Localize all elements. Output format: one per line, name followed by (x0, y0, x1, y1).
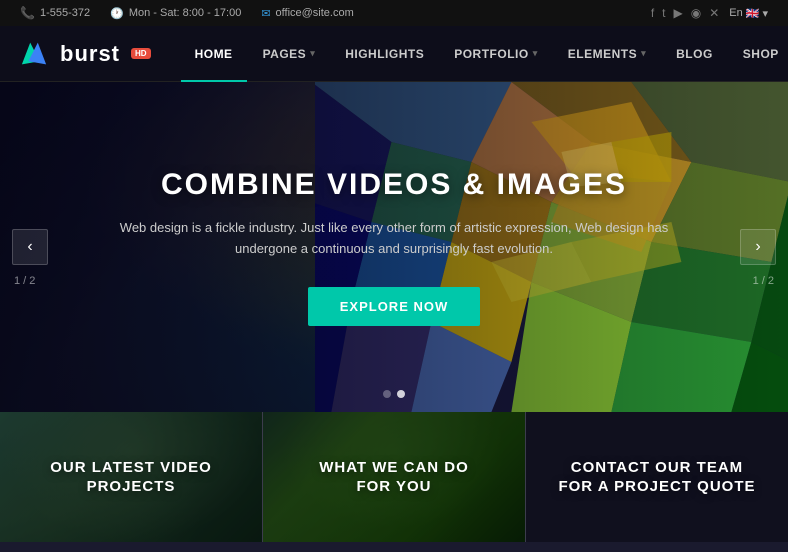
slider-next-button[interactable]: › (740, 229, 776, 265)
nav-item-highlights[interactable]: HIGHLIGHTS (331, 26, 438, 82)
hero-section: COMBINE VIDEOS & IMAGES Web design is a … (0, 82, 788, 412)
slider-counter-left: 1 / 2 (14, 275, 35, 287)
nav-item-pages[interactable]: PAGES ▾ (249, 26, 330, 82)
nav-item-elements[interactable]: ELEMENTS ▾ (554, 26, 660, 82)
chevron-down-icon-2: ▾ (533, 48, 538, 59)
slide-dot-1[interactable] (383, 390, 391, 398)
logo-text: burst (60, 41, 120, 67)
lang-chevron: ▾ (762, 7, 768, 20)
social-icons: f t ▶ ◉ ✕ (651, 6, 719, 20)
card-1-title: OUR LATEST VIDEOPROJECTS (50, 458, 212, 497)
slider-dots (383, 390, 405, 398)
card-1-content: OUR LATEST VIDEOPROJECTS (0, 412, 262, 542)
clock-icon: 🕐 (110, 7, 124, 20)
card-video-projects[interactable]: OUR LATEST VIDEOPROJECTS (0, 412, 262, 542)
email-address: office@site.com (276, 7, 354, 19)
logo-icon (20, 43, 52, 65)
logo-badge: HD (131, 48, 151, 59)
nav-item-home[interactable]: HOME (181, 26, 247, 82)
facebook-icon[interactable]: f (651, 6, 654, 20)
chevron-down-icon-3: ▾ (641, 48, 646, 59)
nav-menu: HOME PAGES ▾ HIGHLIGHTS PORTFOLIO ▾ ELEM… (181, 26, 788, 82)
language-selector[interactable]: En 🇬🇧 ▾ (729, 7, 768, 20)
lang-text: En (729, 7, 742, 19)
slider-prev-button[interactable]: ‹ (12, 229, 48, 265)
main-nav: burst HD HOME PAGES ▾ HIGHLIGHTS PORTFOL… (0, 26, 788, 82)
phone-info: 📞 1-555-372 (20, 6, 90, 20)
hours-info: 🕐 Mon - Sat: 8:00 - 17:00 (110, 7, 241, 20)
youtube-icon[interactable]: ▶ (674, 6, 683, 20)
card-what-we-do[interactable]: WHAT WE CAN DOFOR YOU (263, 412, 525, 542)
card-2-title: WHAT WE CAN DOFOR YOU (319, 458, 469, 497)
logo[interactable]: burst HD (20, 41, 151, 67)
nav-item-blog[interactable]: BLOG (662, 26, 727, 82)
nav-item-portfolio[interactable]: PORTFOLIO ▾ (440, 26, 552, 82)
twitter-icon[interactable]: t (662, 6, 665, 20)
logo-wing-right (28, 41, 49, 64)
bottom-cards: OUR LATEST VIDEOPROJECTS WHAT WE CAN DOF… (0, 412, 788, 542)
card-contact[interactable]: CONTACT OUR TEAMFOR A PROJECT QUOTE (526, 412, 788, 542)
phone-icon: 📞 (20, 6, 35, 20)
mail-icon: ✉ (261, 7, 270, 20)
close-icon[interactable]: ✕ (709, 6, 719, 20)
nav-item-shop[interactable]: SHOP (729, 26, 788, 82)
top-bar: 📞 1-555-372 🕐 Mon - Sat: 8:00 - 17:00 ✉ … (0, 0, 788, 26)
chevron-down-icon: ▾ (310, 48, 315, 59)
hero-subtitle: Web design is a fickle industry. Just li… (94, 218, 694, 260)
business-hours: Mon - Sat: 8:00 - 17:00 (129, 7, 242, 19)
top-bar-right: f t ▶ ◉ ✕ En 🇬🇧 ▾ (651, 6, 768, 20)
hero-content: COMBINE VIDEOS & IMAGES Web design is a … (0, 82, 788, 412)
card-2-content: WHAT WE CAN DOFOR YOU (263, 412, 525, 542)
explore-now-button[interactable]: EXPLORE NOW (308, 287, 481, 326)
rss-icon[interactable]: ◉ (691, 6, 701, 20)
card-3-content: CONTACT OUR TEAMFOR A PROJECT QUOTE (526, 412, 788, 542)
email-info: ✉ office@site.com (261, 7, 353, 20)
phone-number: 1-555-372 (40, 7, 90, 19)
flag-icon: 🇬🇧 (746, 7, 760, 20)
top-bar-left: 📞 1-555-372 🕐 Mon - Sat: 8:00 - 17:00 ✉ … (20, 6, 354, 20)
slide-dot-2[interactable] (397, 390, 405, 398)
slider-counter-right: 1 / 2 (753, 275, 774, 287)
hero-title: COMBINE VIDEOS & IMAGES (161, 168, 627, 202)
card-3-title: CONTACT OUR TEAMFOR A PROJECT QUOTE (558, 458, 755, 497)
